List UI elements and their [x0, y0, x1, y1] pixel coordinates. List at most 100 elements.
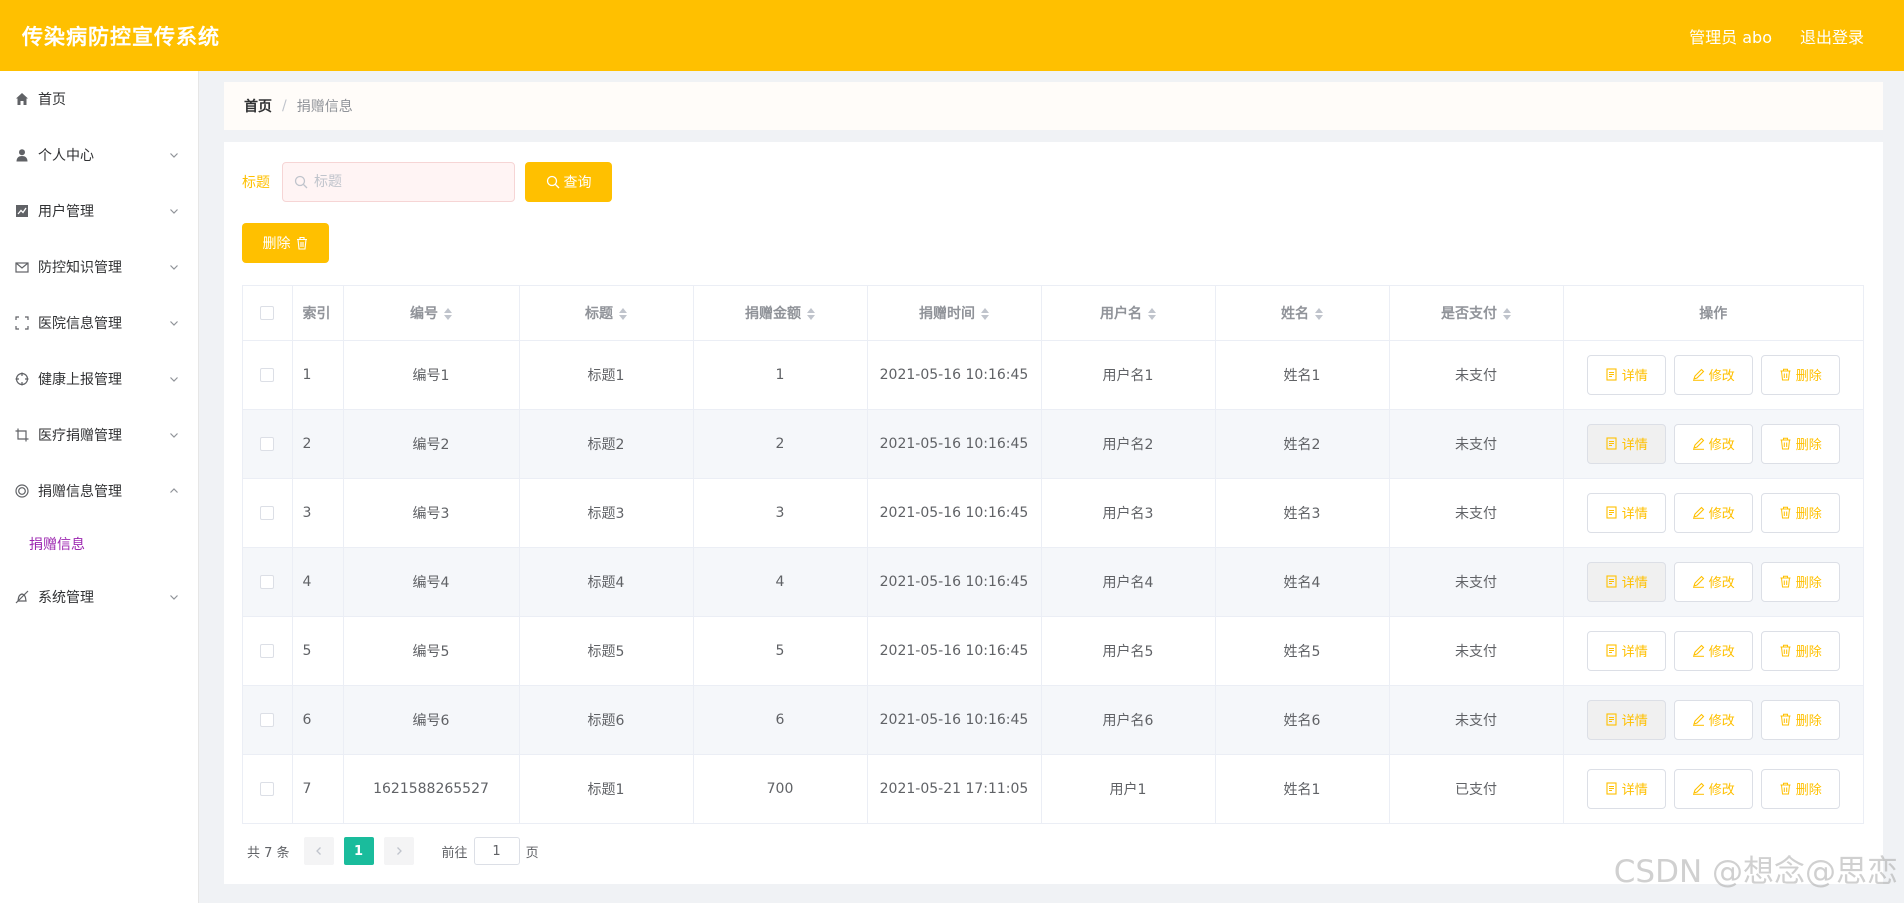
logout-link[interactable]: 退出登录: [1800, 24, 1864, 48]
sidebar-item-personal-center[interactable]: 个人中心: [0, 127, 198, 183]
edit-button[interactable]: 修改: [1673, 768, 1753, 809]
detail-button[interactable]: 详情: [1586, 561, 1666, 602]
edit-button[interactable]: 修改: [1673, 630, 1753, 671]
select-all-checkbox[interactable]: [260, 305, 275, 320]
table-row[interactable]: 2 编号2 标题2 2 2021-05-16 10:16:45 用户名2 姓名2 未支付 详情修…: [243, 409, 1863, 479]
sidebar: 首页 个人中心 用户管理 防控知识管理 医院信息管理 健康上报管理 医疗捐赠管理…: [0, 71, 199, 903]
sidebar-subitem-donation-info[interactable]: 捐赠信息: [0, 519, 198, 569]
detail-button[interactable]: 详情: [1586, 492, 1666, 533]
edit-button[interactable]: 修改: [1673, 699, 1753, 740]
edit-icon: [1692, 437, 1705, 450]
delete-button[interactable]: 删除: [1760, 492, 1840, 533]
select-all-cell: [243, 286, 293, 341]
goto-page-input[interactable]: [473, 837, 520, 865]
detail-button[interactable]: 详情: [1586, 768, 1666, 809]
current-user[interactable]: 管理员 abo: [1689, 24, 1772, 48]
edit-button[interactable]: 修改: [1673, 492, 1753, 533]
header-paid[interactable]: 是否支付: [1389, 286, 1564, 341]
sidebar-item-label: 个人中心: [38, 148, 94, 164]
sort-caret-icon[interactable]: [444, 307, 452, 320]
sidebar-item-user-management[interactable]: 用户管理: [0, 183, 198, 239]
edit-button[interactable]: 修改: [1673, 354, 1753, 395]
edit-icon: [1692, 575, 1705, 588]
aim-icon: [14, 371, 30, 387]
sidebar-item-home[interactable]: 首页: [0, 71, 198, 127]
edit-icon: [1692, 644, 1705, 657]
edit-label: 修改: [1708, 783, 1735, 799]
sort-caret-icon[interactable]: [981, 307, 989, 320]
message-icon: [14, 259, 30, 275]
header-username[interactable]: 用户名: [1041, 286, 1216, 341]
table-row[interactable]: 3 编号3 标题3 3 2021-05-16 10:16:45 用户名3 姓名3 未支付 详情修…: [243, 478, 1863, 548]
sort-caret-icon[interactable]: [1148, 307, 1156, 320]
detail-button[interactable]: 详情: [1586, 354, 1666, 395]
row-checkbox[interactable]: [260, 436, 275, 451]
sort-caret-icon[interactable]: [807, 307, 815, 320]
cell-index: 7: [292, 754, 344, 823]
delete-button[interactable]: 删除: [1760, 768, 1840, 809]
batch-delete-button[interactable]: 删除: [242, 223, 329, 263]
search-input-wrapper[interactable]: [282, 162, 515, 202]
delete-button[interactable]: 删除: [1760, 354, 1840, 395]
goto-suffix: 页: [525, 845, 539, 861]
trash-icon: [1779, 575, 1792, 588]
header-time[interactable]: 捐赠时间: [867, 286, 1042, 341]
table-row[interactable]: 1 编号1 标题1 1 2021-05-16 10:16:45 用户名1 姓名1 未支付 详情修…: [243, 340, 1863, 410]
table-row[interactable]: 7 1621588265527 标题1 700 2021-05-21 17:11:05 用…: [243, 754, 1863, 823]
row-checkbox[interactable]: [260, 643, 275, 658]
search-input[interactable]: [314, 174, 504, 190]
delete-button[interactable]: 删除: [1760, 699, 1840, 740]
row-select-cell: [243, 409, 293, 479]
edit-button[interactable]: 修改: [1673, 561, 1753, 602]
header-amount[interactable]: 捐赠金额: [693, 286, 868, 341]
sidebar-item-hospital-info[interactable]: 医院信息管理: [0, 295, 198, 351]
sidebar-item-medical-donation[interactable]: 医疗捐赠管理: [0, 407, 198, 463]
detail-label: 详情: [1621, 576, 1648, 591]
table-row[interactable]: 5 编号5 标题5 5 2021-05-16 10:16:45 用户名5 姓名5 未支付 详情修…: [243, 616, 1863, 686]
delete-button[interactable]: 删除: [1760, 561, 1840, 602]
table-row[interactable]: 6 编号6 标题6 6 2021-05-16 10:16:45 用户名6 姓名6 未支付 详情修…: [243, 685, 1863, 755]
row-checkbox[interactable]: [260, 505, 275, 520]
page-number-button[interactable]: 1: [343, 837, 374, 865]
prev-page-button[interactable]: [303, 837, 334, 865]
chart-icon: [14, 203, 30, 219]
cell-paid: 未支付: [1389, 547, 1564, 617]
cell-actions: 详情 修改 删除: [1563, 685, 1863, 755]
delete-label: 删除: [1795, 438, 1822, 453]
document-icon: [1605, 437, 1618, 450]
sidebar-item-prevention-knowledge[interactable]: 防控知识管理: [0, 239, 198, 295]
query-button[interactable]: 查询: [525, 162, 612, 202]
row-checkbox[interactable]: [260, 367, 275, 382]
cell-code: 编号1: [343, 340, 520, 410]
row-select-cell: [243, 616, 293, 686]
table-row[interactable]: 4 编号4 标题4 4 2021-05-16 10:16:45 用户名4 姓名4 未支付 详情修…: [243, 547, 1863, 617]
chevron-down-icon: [168, 373, 180, 385]
sidebar-item-donation-info-management[interactable]: 捐赠信息管理: [0, 463, 198, 519]
detail-button[interactable]: 详情: [1586, 699, 1666, 740]
cell-code: 1621588265527: [343, 754, 520, 823]
detail-button[interactable]: 详情: [1586, 630, 1666, 671]
next-page-button[interactable]: [383, 837, 414, 865]
row-checkbox[interactable]: [260, 712, 275, 727]
breadcrumb-separator: /: [282, 98, 287, 114]
header-code[interactable]: 编号: [343, 286, 520, 341]
delete-button[interactable]: 删除: [1760, 423, 1840, 464]
sort-caret-icon[interactable]: [1315, 307, 1323, 320]
trash-icon: [1779, 437, 1792, 450]
sidebar-item-system-management[interactable]: 系统管理: [0, 569, 198, 625]
row-checkbox[interactable]: [260, 781, 275, 796]
cell-amount: 5: [693, 616, 868, 686]
row-checkbox[interactable]: [260, 574, 275, 589]
header-title[interactable]: 标题: [519, 286, 694, 341]
delete-button[interactable]: 删除: [1760, 630, 1840, 671]
header-name[interactable]: 姓名: [1215, 286, 1390, 341]
sidebar-item-health-report[interactable]: 健康上报管理: [0, 351, 198, 407]
sort-caret-icon[interactable]: [1503, 307, 1511, 320]
detail-button[interactable]: 详情: [1586, 423, 1666, 464]
sidebar-item-label: 用户管理: [38, 204, 94, 220]
edit-button[interactable]: 修改: [1673, 423, 1753, 464]
trash-icon: [1779, 782, 1792, 795]
breadcrumb-home[interactable]: 首页: [244, 96, 272, 116]
sort-caret-icon[interactable]: [619, 307, 627, 320]
cell-time: 2021-05-16 10:16:45: [867, 340, 1042, 410]
